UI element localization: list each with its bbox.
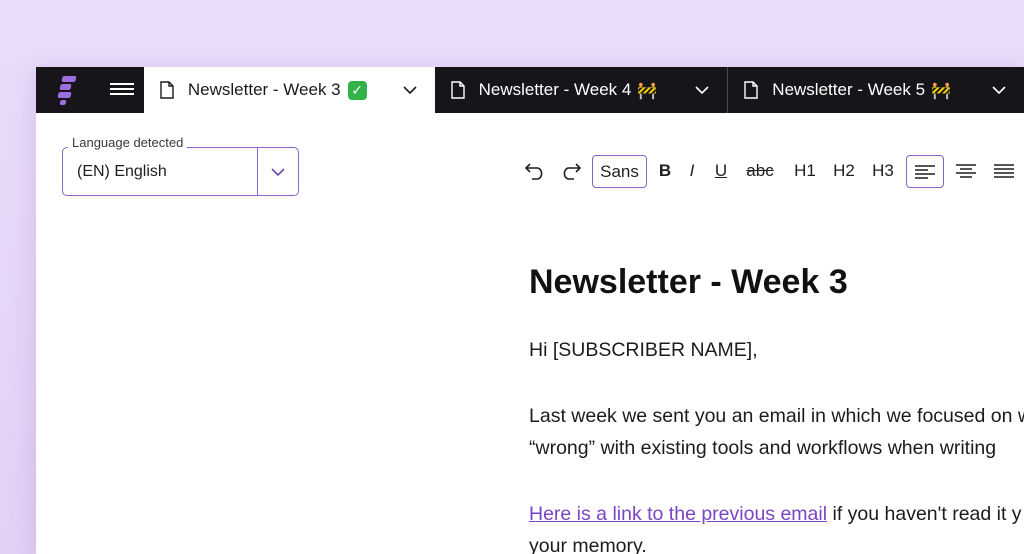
hamburger-menu-icon[interactable] <box>94 67 144 113</box>
check-mark-emoji-icon: ✓ <box>347 80 367 100</box>
heading-3-button[interactable]: H3 <box>868 153 898 189</box>
redo-button[interactable] <box>556 153 586 189</box>
chevron-down-icon[interactable] <box>695 83 709 97</box>
document-title[interactable]: Newsletter - Week 3 <box>529 263 848 302</box>
construction-emoji-icon: 🚧 <box>931 80 951 100</box>
previous-email-link[interactable]: Here is a link to the previous email <box>529 503 827 525</box>
undo-button[interactable] <box>520 153 550 189</box>
language-select[interactable]: (EN) English <box>62 147 299 196</box>
document-icon <box>450 81 465 99</box>
chevron-down-icon[interactable] <box>992 83 1006 97</box>
chevron-down-icon[interactable] <box>403 83 417 97</box>
align-center-button[interactable] <box>950 153 982 189</box>
align-justify-button[interactable] <box>988 153 1020 189</box>
paragraph-line[interactable]: Last week we sent you an email in which … <box>529 405 1024 428</box>
underline-button[interactable]: U <box>710 153 732 189</box>
tab-label: Newsletter - Week 4 <box>478 80 632 99</box>
tab-bar: Newsletter - Week 3 ✓ Newsletter - Week … <box>36 67 1024 113</box>
document-icon <box>744 81 758 99</box>
bold-button[interactable]: B <box>654 153 676 189</box>
tab-newsletter-week-5[interactable]: Newsletter - Week 5 🚧 <box>728 67 1024 113</box>
language-value: (EN) English <box>77 162 167 180</box>
editor-window: Newsletter - Week 3 ✓ Newsletter - Week … <box>36 67 1024 554</box>
paragraph-line[interactable]: your memory. <box>529 535 647 554</box>
greeting-paragraph[interactable]: Hi [SUBSCRIBER NAME], <box>529 339 758 362</box>
align-center-icon <box>956 164 976 178</box>
app-logo-icon[interactable] <box>36 67 94 113</box>
undo-icon <box>524 163 543 180</box>
heading-2-button[interactable]: H2 <box>829 153 859 189</box>
tab-label: Newsletter - Week 3 <box>187 80 341 99</box>
italic-button[interactable]: I <box>682 153 702 189</box>
font-family-button[interactable]: Sans <box>592 155 647 188</box>
tab-label: Newsletter - Week 5 <box>772 80 926 99</box>
tab-newsletter-week-4[interactable]: Newsletter - Week 4 🚧 <box>435 67 728 113</box>
align-left-icon <box>915 164 935 179</box>
language-dropdown-button[interactable] <box>258 148 298 195</box>
tab-newsletter-week-3[interactable]: Newsletter - Week 3 ✓ <box>143 67 435 113</box>
paragraph-with-link[interactable]: Here is a link to the previous email if … <box>529 503 1022 526</box>
strikethrough-button[interactable]: abc <box>740 153 780 189</box>
construction-emoji-icon: 🚧 <box>637 80 658 100</box>
align-justify-icon <box>994 164 1014 178</box>
document-icon <box>160 81 174 99</box>
paragraph-line[interactable]: “wrong” with existing tools and workflow… <box>529 437 996 460</box>
paragraph-text: if you haven't read it y <box>827 503 1022 525</box>
redo-icon <box>563 163 582 180</box>
language-detected-label: Language detected <box>68 135 188 150</box>
align-left-button[interactable] <box>906 155 944 188</box>
chevron-down-icon <box>271 168 285 177</box>
heading-1-button[interactable]: H1 <box>790 153 820 189</box>
